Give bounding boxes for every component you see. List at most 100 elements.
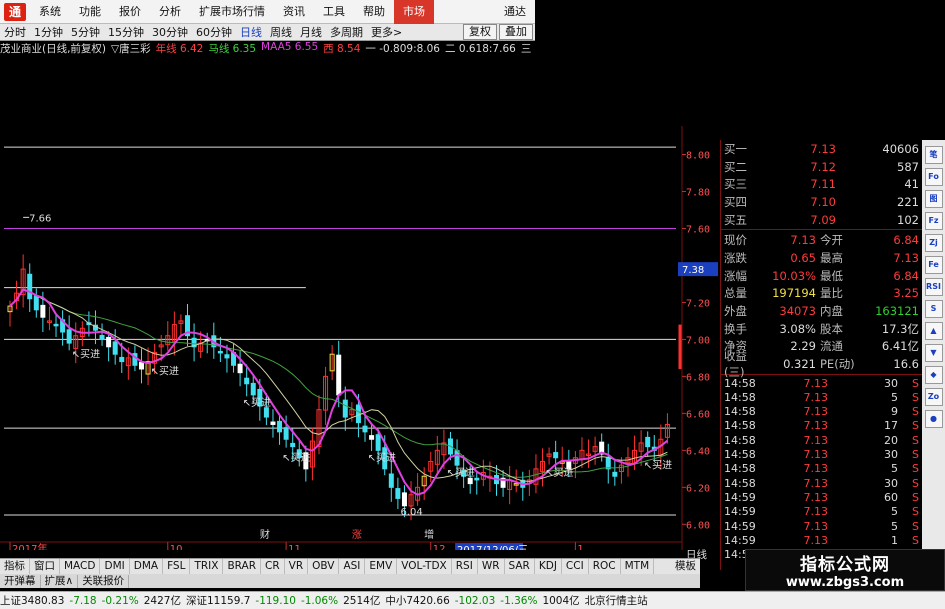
tick-price: 7.13 bbox=[803, 533, 829, 547]
period-item[interactable]: 周线 bbox=[266, 24, 296, 40]
period-button[interactable]: 叠加 bbox=[499, 24, 533, 40]
tick-row[interactable]: 14:58 7.13 5 S bbox=[721, 390, 922, 404]
indicator-tab[interactable]: 指标 bbox=[0, 559, 30, 574]
menu-item[interactable]: 报价 bbox=[110, 0, 150, 24]
marked-date-label: 2017/12/06/三 bbox=[457, 545, 528, 550]
tick-row[interactable]: 14:58 7.13 30 S bbox=[721, 476, 922, 490]
period-item[interactable]: 5分钟 bbox=[67, 24, 104, 40]
menu-item[interactable]: 工具 bbox=[314, 0, 354, 24]
menu-market[interactable]: 市场 bbox=[394, 0, 434, 24]
event-label: 增 bbox=[424, 528, 434, 541]
extra-tab[interactable]: 扩展∧ bbox=[41, 574, 79, 588]
indicator-tab[interactable]: EMV bbox=[365, 559, 398, 574]
indicator-tab[interactable]: WR bbox=[478, 559, 505, 574]
tick-row[interactable]: 14:58 7.13 9 S bbox=[721, 405, 922, 419]
side-tool-icon[interactable]: Zj bbox=[924, 234, 943, 252]
stat-value: 197194 bbox=[772, 286, 816, 301]
title-indicator-value: 西 8.54 bbox=[323, 43, 361, 55]
menu-item[interactable]: 系统 bbox=[30, 0, 70, 24]
extra-tab[interactable]: 关联报价 bbox=[78, 574, 130, 588]
indicator-tab[interactable]: OBV bbox=[308, 559, 340, 574]
title-indicator-value: MAA5 6.55 bbox=[261, 41, 319, 53]
tick-row[interactable]: 14:58 7.13 20 S bbox=[721, 433, 922, 447]
title-indicator-value: 马线 6.35 bbox=[208, 43, 257, 55]
period-item[interactable]: 多周期 bbox=[326, 24, 367, 40]
tick-row[interactable]: 14:58 7.13 30 S bbox=[721, 376, 922, 390]
tick-row[interactable]: 14:58 7.13 30 S bbox=[721, 447, 922, 461]
side-tool-icon[interactable]: Fe bbox=[924, 256, 943, 274]
menu-item[interactable]: 帮助 bbox=[354, 0, 394, 24]
period-button[interactable]: 复权 bbox=[463, 24, 497, 40]
tick-time: 14:58 bbox=[724, 476, 756, 490]
indicator-tab[interactable]: VR bbox=[285, 559, 309, 574]
tick-row[interactable]: 14:58 7.13 5 S bbox=[721, 462, 922, 476]
tick-row[interactable]: 14:58 7.13 17 S bbox=[721, 419, 922, 433]
stat-label: 最低 bbox=[820, 268, 843, 283]
side-tool-icon[interactable]: ◆ bbox=[924, 366, 943, 384]
indicator-tab[interactable]: BRAR bbox=[223, 559, 261, 574]
menu-item[interactable]: 资讯 bbox=[274, 0, 314, 24]
quote-panel: 买一 7.13 40606 买二 7.12 587 买三 7.11 41 买四 7.10 221 买五 7… bbox=[720, 140, 922, 570]
indicator-tab[interactable]: DMA bbox=[130, 559, 164, 574]
indicator-tab[interactable]: VOL-TDX bbox=[397, 559, 452, 574]
menu-right-item[interactable]: 通达 bbox=[495, 0, 535, 24]
order-label: 买三 bbox=[724, 177, 747, 192]
status-item: 深证11159.7 bbox=[185, 595, 251, 607]
template-tab[interactable]: 模板 bbox=[671, 559, 700, 574]
side-tool-icon[interactable]: ● bbox=[924, 410, 943, 428]
period-item[interactable]: 60分钟 bbox=[192, 24, 236, 40]
tick-row[interactable]: 14:59 7.13 5 S bbox=[721, 519, 922, 533]
tick-row[interactable]: 14:59 7.13 5 S bbox=[721, 505, 922, 519]
tick-row[interactable]: 14:59 7.13 1 S bbox=[721, 533, 922, 547]
order-volume: 221 bbox=[897, 194, 919, 209]
status-bar: 上证3480.83 -7.18 -0.21% 2427亿 深证11159.7 -119.1… bbox=[0, 591, 945, 609]
side-tool-icon[interactable]: RSI bbox=[924, 278, 943, 296]
candle-body bbox=[612, 471, 618, 477]
period-item[interactable]: 分时 bbox=[0, 24, 30, 40]
indicator-tab[interactable]: MTM bbox=[621, 559, 655, 574]
side-tool-icon[interactable]: S bbox=[924, 300, 943, 318]
buy-signal-label: ↖买进 bbox=[282, 452, 310, 464]
period-item[interactable]: 15分钟 bbox=[104, 24, 148, 40]
tick-time: 14:58 bbox=[724, 448, 756, 462]
extra-tab[interactable]: 开弹幕 bbox=[0, 574, 41, 588]
indicator-tab[interactable]: FSL bbox=[163, 559, 191, 574]
buy-signal-label: ↖买进 bbox=[644, 460, 672, 472]
indicator-tab[interactable]: ASI bbox=[339, 559, 366, 574]
order-label: 买一 bbox=[724, 141, 747, 156]
side-tool-icon[interactable]: Fo bbox=[924, 168, 943, 186]
indicator-tab[interactable]: CCI bbox=[562, 559, 589, 574]
indicator-tab[interactable]: 窗口 bbox=[30, 559, 60, 574]
menu-item[interactable]: 扩展市场行情 bbox=[190, 0, 274, 24]
indicator-tab[interactable]: RSI bbox=[452, 559, 478, 574]
side-tool-icon[interactable]: 图 bbox=[924, 190, 943, 208]
period-item[interactable]: 月线 bbox=[296, 24, 326, 40]
indicator-tab[interactable]: DMI bbox=[100, 559, 130, 574]
period-item[interactable]: 30分钟 bbox=[148, 24, 192, 40]
indicator-selector[interactable]: ▽唐三彩 bbox=[111, 41, 151, 56]
candlestick-chart[interactable]: 8.007.807.607.407.207.006.806.606.406.20… bbox=[0, 56, 720, 550]
period-item[interactable]: 1分钟 bbox=[30, 24, 67, 40]
side-tool-icon[interactable]: ▲ bbox=[924, 322, 943, 340]
side-tool-icon[interactable]: ▼ bbox=[924, 344, 943, 362]
tick-row[interactable]: 14:59 7.13 60 S bbox=[721, 490, 922, 504]
indicator-tab[interactable]: KDJ bbox=[535, 559, 562, 574]
period-item[interactable]: 日线 bbox=[236, 24, 266, 40]
indicator-tab[interactable]: CR bbox=[261, 559, 285, 574]
tick-time: 14:59 bbox=[724, 490, 756, 504]
menu-item[interactable]: 功能 bbox=[70, 0, 110, 24]
side-tool-icon[interactable]: Fz bbox=[924, 212, 943, 230]
order-volume: 40606 bbox=[882, 141, 919, 156]
indicator-tab[interactable]: MACD bbox=[60, 559, 101, 574]
indicator-tab[interactable]: ROC bbox=[589, 559, 621, 574]
indicator-tab[interactable]: TRIX bbox=[190, 559, 224, 574]
order-row: 买一 7.13 40606 bbox=[721, 140, 922, 158]
y-tick-label: 6.60 bbox=[686, 409, 710, 420]
indicator-tab[interactable]: SAR bbox=[505, 559, 535, 574]
menu-item[interactable]: 分析 bbox=[150, 0, 190, 24]
side-tool-icon[interactable]: 笔 bbox=[924, 146, 943, 164]
candle-body bbox=[645, 436, 651, 448]
period-item[interactable]: 更多> bbox=[367, 24, 406, 40]
side-tool-icon[interactable]: Zo bbox=[924, 388, 943, 406]
order-volume: 587 bbox=[897, 159, 919, 174]
